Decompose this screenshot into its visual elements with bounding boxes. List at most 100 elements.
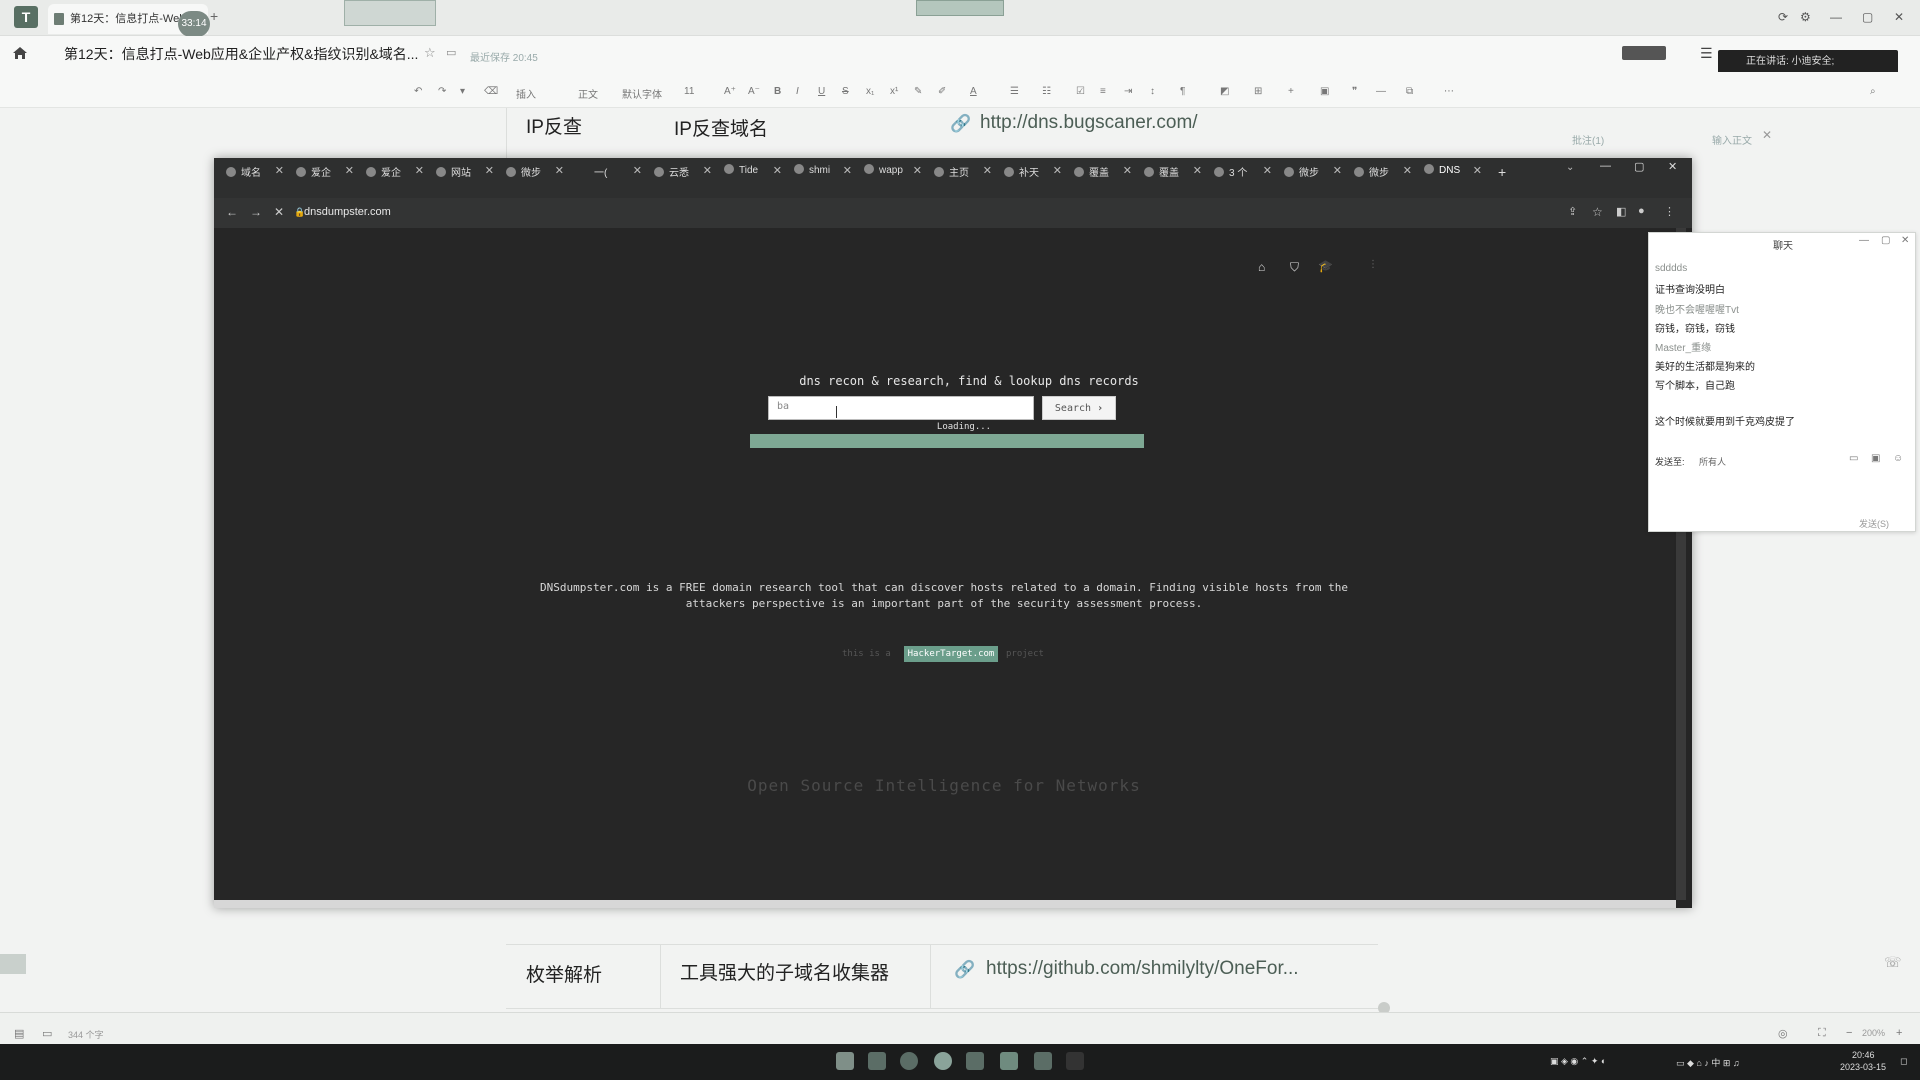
close-tab-icon[interactable]: ✕ (415, 164, 424, 177)
url-field[interactable]: dnsdumpster.com (304, 206, 391, 218)
browser-tab[interactable]: 网站 ✕ (436, 164, 498, 190)
close-tab-icon[interactable]: ✕ (773, 164, 782, 177)
highlight-icon[interactable]: ✎ (914, 86, 922, 97)
new-tab-icon[interactable]: + (1498, 164, 1506, 180)
table-cell[interactable]: IP反查域名 (674, 114, 768, 141)
profile-icon[interactable]: ● (1638, 205, 1645, 217)
search-button[interactable]: Search › (1042, 396, 1116, 420)
close-tab-icon[interactable]: ✕ (485, 164, 494, 177)
system-tray-icons[interactable]: ▣ ◈ ◉ ⌃ ✦ ◐ (1550, 1056, 1606, 1067)
clear-format-icon[interactable]: ⌫ (484, 86, 498, 97)
numbered-list-icon[interactable]: ☷ (1042, 86, 1051, 97)
nav-graduation-icon[interactable]: 🎓 (1318, 259, 1333, 273)
table-link[interactable]: https://github.com/shmilylty/OneFor... (986, 958, 1299, 980)
search-icon[interactable]: ⌕ (1870, 86, 1876, 97)
browser-tab[interactable]: 域名 ✕ (226, 164, 288, 190)
strikethrough-icon[interactable]: S (842, 86, 849, 97)
italic-icon[interactable]: I (796, 86, 799, 97)
stop-icon[interactable]: ✕ (274, 205, 284, 219)
image-icon[interactable]: ▣ (1320, 86, 1329, 97)
subscript-icon[interactable]: x₁ (866, 86, 874, 97)
settings-icon[interactable]: ⚙ (1800, 10, 1811, 24)
browser-tab[interactable]: 主页 ✕ (934, 164, 996, 190)
browser-tab[interactable]: 补天 ✕ (1004, 164, 1066, 190)
zoom-in-icon[interactable]: + (1896, 1027, 1902, 1039)
close-tab-icon[interactable]: ✕ (843, 164, 852, 177)
share-icon[interactable]: ⇪ (1568, 205, 1577, 218)
nav-more-icon[interactable]: ⋮ (1368, 259, 1378, 270)
nav-home-icon[interactable]: ⌂ (1258, 260, 1265, 274)
menu-icon[interactable]: ☰ (1700, 45, 1713, 62)
bold-icon[interactable]: B (774, 86, 781, 97)
indent-icon[interactable]: ⇥ (1124, 86, 1132, 97)
table-icon[interactable]: ⊞ (1254, 86, 1262, 97)
browser-tab[interactable]: 爱企 ✕ (366, 164, 428, 190)
new-tab-icon[interactable]: + (210, 8, 218, 24)
network-volume-icons[interactable]: ▭ ◆ ⌂ ♪ 中 ⊞ ♫ (1676, 1056, 1740, 1069)
meeting-thumbnail[interactable] (344, 0, 436, 26)
font-size-select[interactable]: 11 (684, 86, 694, 97)
close-tab-icon[interactable]: ✕ (1403, 164, 1412, 177)
undo-icon[interactable]: ↶ (414, 86, 422, 97)
close-tab-icon[interactable]: ✕ (1053, 164, 1062, 177)
checkbox-icon[interactable]: ☑ (1076, 86, 1085, 97)
start-menu-icon[interactable] (836, 1052, 854, 1070)
tab-search-icon[interactable]: ⌄ (1566, 162, 1574, 173)
close-tab-icon[interactable]: ✕ (555, 164, 564, 177)
close-tab-icon[interactable]: ✕ (1123, 164, 1132, 177)
screenshot-icon[interactable]: ▣ (1871, 453, 1880, 464)
document-title[interactable]: 第12天：信息打点-Web应用&企业产权&指纹识别&域名... (64, 44, 418, 64)
focus-icon[interactable]: ◎ (1778, 1027, 1788, 1040)
minimize-icon[interactable]: — (1600, 160, 1611, 172)
side-toggle[interactable] (0, 954, 26, 974)
add-icon[interactable]: + (1288, 86, 1294, 97)
minimize-icon[interactable]: — (1859, 235, 1869, 246)
decrease-font-icon[interactable]: A⁻ (748, 86, 760, 97)
table-cell[interactable]: IP反查 (526, 112, 582, 139)
bookmark-star-icon[interactable]: ☆ (1592, 205, 1603, 219)
docs-app-icon[interactable] (966, 1052, 984, 1070)
underline-icon[interactable]: U (818, 86, 825, 97)
table-cell[interactable]: 枚举解析 (526, 960, 602, 987)
fill-color-icon[interactable]: ◩ (1220, 86, 1229, 97)
chat-message-input[interactable] (1655, 473, 1911, 509)
browser-tab-active[interactable]: DNS ✕ (1424, 164, 1486, 190)
browser-tab[interactable]: 微步 ✕ (1284, 164, 1346, 190)
domain-search-input[interactable]: ba (768, 396, 1034, 420)
back-icon[interactable]: ← (226, 205, 238, 219)
more-icon[interactable]: ⋯ (1444, 86, 1454, 97)
close-tab-icon[interactable]: ✕ (1473, 164, 1482, 177)
zoom-out-icon[interactable]: − (1846, 1027, 1852, 1039)
superscript-icon[interactable]: x¹ (890, 86, 898, 97)
user-icon[interactable]: ☺ (1893, 453, 1903, 464)
increase-font-icon[interactable]: A⁺ (724, 86, 736, 97)
bullet-list-icon[interactable]: ☰ (1010, 86, 1019, 97)
hackertarget-link[interactable]: HackerTarget.com (904, 646, 998, 662)
file-icon[interactable]: ▭ (1849, 453, 1858, 464)
close-tab-icon[interactable]: ✕ (633, 164, 642, 177)
horizontal-scrollbar[interactable] (214, 900, 1676, 908)
close-tab-icon[interactable]: ✕ (703, 164, 712, 177)
browser-tab[interactable]: 3 个 ✕ (1214, 164, 1276, 190)
browser-tab[interactable]: wapp ✕ (864, 164, 926, 190)
close-tab-icon[interactable]: ✕ (913, 164, 922, 177)
file-explorer-icon[interactable] (868, 1052, 886, 1070)
browser-menu-icon[interactable]: ⋮ (1664, 205, 1675, 218)
zoom-level[interactable]: 200% (1862, 1028, 1885, 1038)
nav-shield-icon[interactable]: ⛉ (1290, 260, 1299, 275)
refresh-icon[interactable]: ⟳ (1778, 10, 1788, 24)
fullscreen-icon[interactable]: ⛶ (1818, 1027, 1826, 1040)
browser-tab[interactable]: 云悉 ✕ (654, 164, 716, 190)
edge-browser-icon[interactable] (900, 1052, 918, 1070)
table-link[interactable]: http://dns.bugscaner.com/ (980, 112, 1198, 134)
clock-date[interactable]: 2023-03-15 (1840, 1062, 1886, 1072)
star-icon[interactable]: ☆ (424, 45, 436, 61)
align-icon[interactable]: ≡ (1100, 86, 1106, 97)
feedback-icon[interactable]: ☏ (1884, 954, 1902, 971)
style-select[interactable]: 正文 (578, 86, 598, 101)
font-color-icon[interactable]: A (970, 86, 977, 97)
security-app-icon[interactable] (1000, 1052, 1018, 1070)
redo-icon[interactable]: ↷ (438, 86, 446, 97)
chrome-browser-icon[interactable] (934, 1052, 952, 1070)
table-cell[interactable]: 工具强大的子域名收集器 (680, 958, 889, 985)
